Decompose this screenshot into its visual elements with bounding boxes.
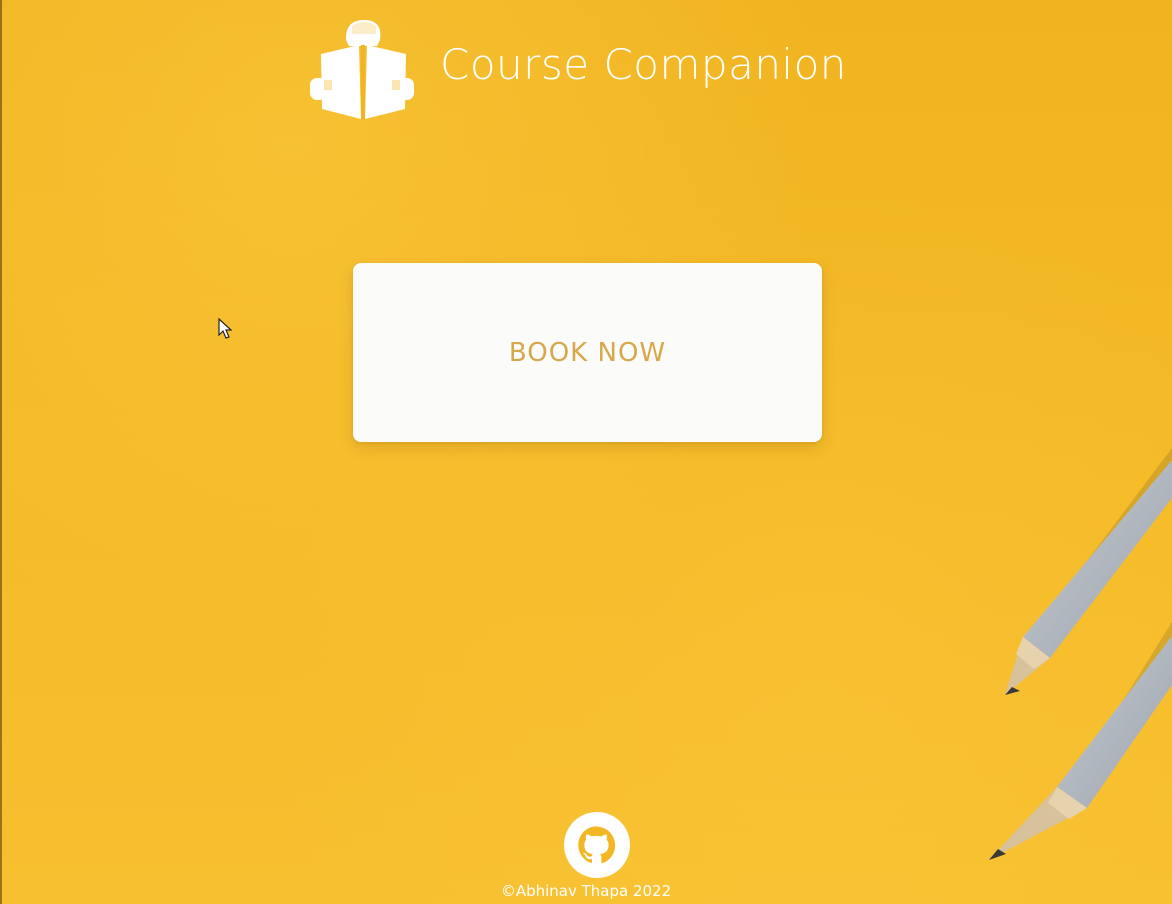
site-footer: ©Abhinav Thapa 2022 bbox=[0, 812, 1172, 904]
app-title: Course Companion bbox=[440, 40, 847, 89]
window-left-edge bbox=[0, 0, 2, 904]
site-header: Course Companion bbox=[308, 18, 847, 122]
mouse-pointer-icon bbox=[218, 318, 232, 339]
book-now-button[interactable]: BOOK NOW bbox=[353, 263, 822, 442]
github-icon[interactable] bbox=[564, 812, 630, 878]
copyright-text: ©Abhinav Thapa 2022 bbox=[500, 882, 672, 900]
reader-book-icon bbox=[310, 20, 414, 119]
